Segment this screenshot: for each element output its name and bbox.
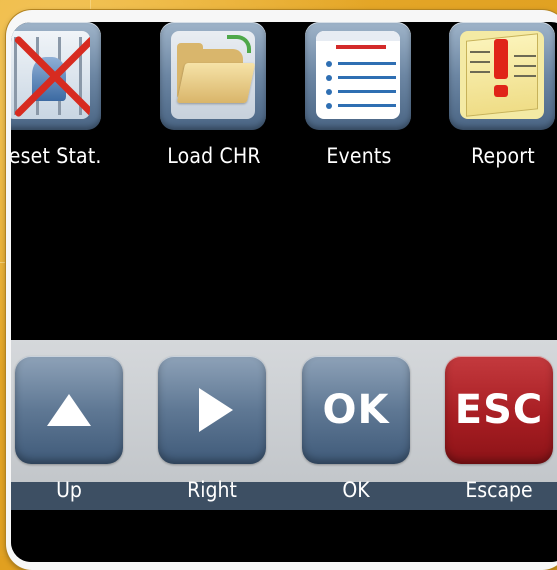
arrow-up-icon [47,394,91,426]
events-app[interactable]: Events [299,22,419,172]
events-tile[interactable] [305,22,411,130]
right-button[interactable] [158,356,266,464]
ok-button[interactable]: OK [302,356,410,464]
reset-stat-app[interactable]: Reset Stat. [11,22,109,172]
report-app[interactable]: Report [443,22,557,172]
reset-statistics-icon [11,31,90,119]
reset-stat-label: Reset Stat. [11,144,102,168]
ok-label: OK [342,478,370,502]
report-label: Report [471,144,535,168]
reset-stat-tile[interactable] [11,22,101,130]
report-warning-icon [460,31,544,119]
right-label: Right [187,478,237,502]
key-bar: OK ESC Up Right OK Escape [11,340,557,514]
up-label: Up [56,478,82,502]
load-chr-label: Load CHR [167,144,261,168]
events-label: Events [326,144,392,168]
load-chr-app[interactable]: Load CHR [154,22,274,172]
esc-glyph: ESC [454,387,544,433]
folder-icon [171,31,255,119]
report-tile[interactable] [449,22,555,130]
escape-button[interactable]: ESC [445,356,553,464]
screen-bottom [11,510,557,562]
ok-glyph: OK [322,387,390,433]
event-list-icon [316,31,400,119]
up-button[interactable] [15,356,123,464]
arrow-right-icon [199,388,233,432]
load-chr-tile[interactable] [160,22,266,130]
touch-screen: Reset Stat. Load CHR Events [11,22,557,562]
escape-label: Escape [465,478,533,502]
